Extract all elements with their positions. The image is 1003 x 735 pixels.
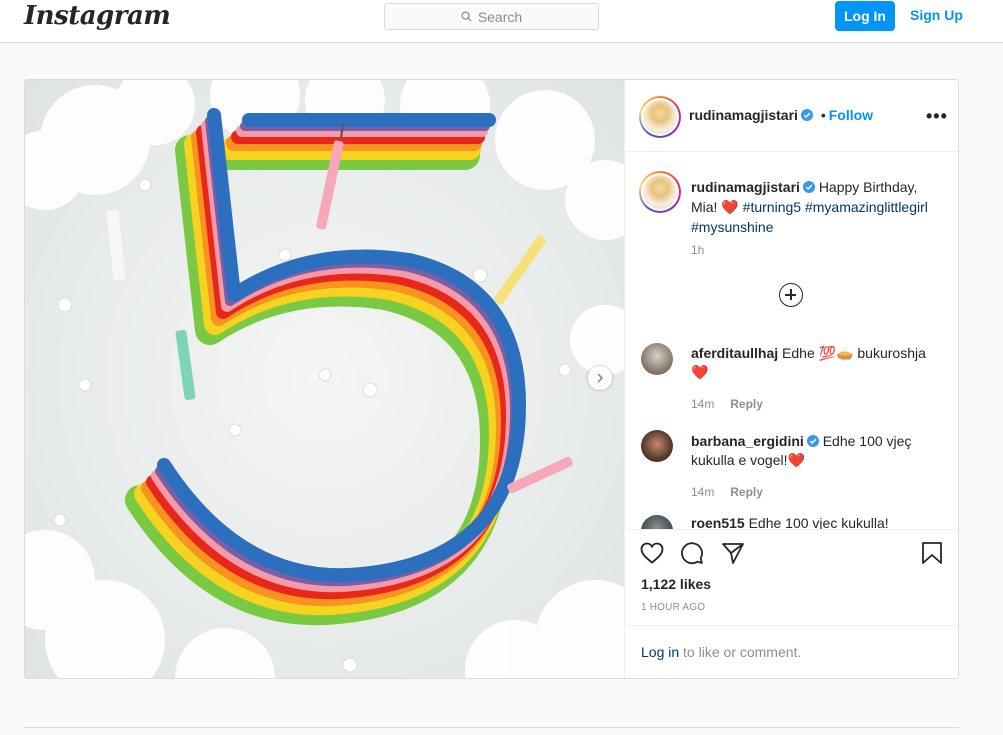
comment-body: Edhe: [782, 345, 815, 361]
comment-text: barbana_ergidini Edhe 100 vjeç kukulla e…: [691, 432, 936, 470]
share-icon[interactable]: [721, 541, 745, 565]
verified-badge-icon: [800, 109, 813, 121]
commenter-avatar[interactable]: [641, 430, 673, 462]
commenter-avatar[interactable]: [641, 343, 673, 375]
instagram-logo[interactable]: Instagram: [24, 1, 171, 31]
bookmark-icon[interactable]: [921, 541, 943, 565]
reply-button[interactable]: Reply: [730, 485, 763, 499]
post-image[interactable]: [25, 80, 624, 678]
caption-avatar[interactable]: [639, 171, 681, 213]
login-prompt-text: to like or comment.: [683, 644, 802, 660]
next-image-button[interactable]: [588, 366, 612, 390]
login-prompt: Log in to like or comment.: [625, 625, 960, 678]
comment-body: Edhe 100 vjec kukulla!: [748, 515, 889, 529]
commenter-avatar[interactable]: [641, 515, 673, 529]
login-button[interactable]: Log In: [835, 1, 895, 31]
comment-timestamp: 14m: [691, 485, 715, 499]
hashtag-myamazinglittlegirl[interactable]: #myamazinglittlegirl: [805, 199, 928, 215]
heart-emoji-icon: ❤️: [721, 199, 739, 215]
footer-divider: [24, 727, 959, 728]
comment-timestamp: 14m: [691, 397, 715, 411]
comment-username[interactable]: roen515: [691, 515, 745, 529]
comment-username[interactable]: aferditaullhaj: [691, 345, 778, 361]
comment-text: aferditaullhaj Edhe 💯🥧 bukuroshja ❤️: [691, 344, 936, 382]
post-container: rudinamagjistari • Follow ••• rudinamagji…: [24, 79, 960, 679]
caption-timestamp: 1h: [691, 243, 705, 257]
author-username[interactable]: rudinamagjistari: [689, 107, 798, 123]
heart-icon[interactable]: [640, 542, 664, 564]
hashtag-turning5[interactable]: #turning5: [743, 199, 801, 215]
hashtag-mysunshine[interactable]: #mysunshine: [691, 219, 774, 235]
follow-separator: •: [820, 107, 826, 123]
load-more-comments-icon[interactable]: [779, 283, 803, 307]
comments-section: rudinamagjistari Happy Birthday, Mia! ❤️…: [625, 153, 960, 529]
author-avatar[interactable]: [639, 96, 681, 138]
caption-text: rudinamagjistari Happy Birthday, Mia! ❤️…: [691, 177, 931, 237]
chevron-right-icon: [597, 373, 604, 383]
comment-text: roen515 Edhe 100 vjec kukulla!: [691, 515, 936, 529]
hundred-emoji-icon: 💯🥧: [818, 345, 854, 361]
verified-badge-icon: [802, 181, 815, 193]
heart-emoji-icon: ❤️: [691, 364, 709, 380]
comment-meta: 14m Reply: [691, 483, 763, 499]
likes-count[interactable]: 1,122 likes: [641, 576, 711, 592]
search-placeholder: Search: [477, 8, 523, 25]
post-actions: 1,122 likes 1 HOUR AGO: [625, 529, 960, 625]
comment-username[interactable]: barbana_ergidini: [691, 433, 804, 449]
reply-button[interactable]: Reply: [730, 397, 763, 411]
heart-emoji-icon: ❤️: [787, 452, 805, 468]
post-header: rudinamagjistari • Follow •••: [625, 80, 960, 152]
follow-button[interactable]: Follow: [829, 107, 873, 123]
top-navigation-bar: Instagram Search Log In Sign Up: [0, 0, 1003, 43]
post-timestamp: 1 HOUR AGO: [641, 602, 706, 613]
post-side-panel: rudinamagjistari • Follow ••• rudinamagji…: [624, 80, 960, 678]
more-options-icon[interactable]: •••: [926, 106, 948, 127]
search-icon: [461, 11, 472, 22]
signup-link[interactable]: Sign Up: [910, 7, 963, 23]
comment-body-2: bukuroshja: [857, 345, 926, 361]
birthday-cake-photo: [25, 80, 624, 678]
search-input[interactable]: Search: [384, 3, 599, 30]
comment-icon[interactable]: [680, 541, 704, 565]
login-link[interactable]: Log in: [641, 644, 679, 660]
caption-username[interactable]: rudinamagjistari: [691, 179, 800, 195]
verified-badge-icon: [806, 435, 819, 447]
comment-meta: 14m Reply: [691, 395, 763, 411]
